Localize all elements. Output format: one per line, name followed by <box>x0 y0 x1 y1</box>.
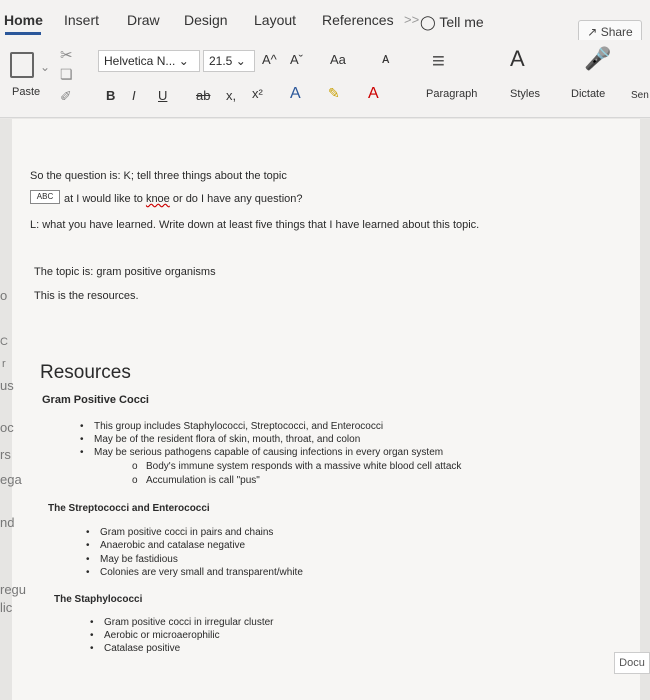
list-item-text: Colonies are very small and transparent/… <box>100 567 303 578</box>
side-document-tab[interactable]: Docu <box>614 652 650 674</box>
list-item: • Gram positive cocci in irregular cluste… <box>90 617 274 628</box>
ribbon-toolbar: ⌄ Paste ✂ ❏ ✐ Helvetica N... ⌄ 21.5 ⌄ A^… <box>0 40 650 118</box>
more-tabs-chevron[interactable]: >> <box>404 12 419 27</box>
microphone-icon[interactable]: 🎤 <box>584 46 611 72</box>
list-item: • This group includes Staphylococci, Stre… <box>80 421 384 432</box>
share-icon: ↗ <box>587 25 598 39</box>
tell-me-label: Tell me <box>439 14 484 30</box>
margin-fragment: nd <box>0 515 15 530</box>
margin-fragment: us <box>0 378 14 393</box>
lightbulb-icon: ◯ <box>420 14 436 30</box>
margin-fragment: r <box>2 358 6 370</box>
list-item-text: This group includes Staphylococci, Strep… <box>94 421 384 432</box>
doc-text: at I would like to <box>64 193 146 205</box>
font-name-select[interactable]: Helvetica N... ⌄ <box>98 50 200 72</box>
doc-line-resources: This is the resources. <box>34 290 139 302</box>
sensitivity-label[interactable]: Sen <box>631 90 649 101</box>
doc-line-wonder: at I would like to knoe or do I have any… <box>64 193 303 205</box>
misspelled-word[interactable]: knoe <box>146 193 170 205</box>
list-item-text: Body's immune system responds with a mas… <box>146 461 462 472</box>
share-label: Share <box>600 25 633 39</box>
list-item: o Body's immune system responds with a ma… <box>132 461 462 472</box>
paste-label: Paste <box>12 86 41 98</box>
superscript-button[interactable]: x² <box>252 86 263 101</box>
italic-button[interactable]: I <box>132 88 136 103</box>
list-item-text: Accumulation is call "pus" <box>146 475 260 486</box>
list-item: • Colonies are very small and transparent… <box>86 567 303 578</box>
margin-fragment: regu <box>0 582 27 597</box>
list-item: • Catalase positive <box>90 643 181 654</box>
section-title-staph: The Staphylococci <box>54 594 143 605</box>
margin-fragment: ega <box>0 472 22 487</box>
list-item-text: May be fastidious <box>100 554 178 565</box>
format-painter-icon[interactable]: ✐ <box>60 88 72 105</box>
doc-text: or do I have any question? <box>169 193 303 205</box>
chevron-down-icon: ⌄ <box>235 54 246 68</box>
cut-icon[interactable]: ✂ <box>60 46 73 64</box>
ribbon-tab-bar: Home Insert Draw Design Layout Reference… <box>0 0 650 44</box>
section-title-gpc: Gram Positive Cocci <box>42 394 149 406</box>
list-item: • Aerobic or microaerophilic <box>90 630 220 641</box>
doc-line-topic: The topic is: gram positive organisms <box>34 266 216 278</box>
subscript-button[interactable]: x, <box>226 88 236 103</box>
highlight-icon[interactable]: ✎ <box>328 85 340 102</box>
dictate-label: Dictate <box>571 88 606 100</box>
tab-insert[interactable]: Insert <box>64 12 99 28</box>
change-case-button[interactable]: Aa <box>330 52 346 67</box>
list-item: • May be fastidious <box>86 554 178 565</box>
tab-references[interactable]: References <box>322 12 394 28</box>
underline-button[interactable]: U <box>158 88 167 103</box>
copy-icon[interactable]: ❏ <box>60 66 73 83</box>
grow-font-button[interactable]: A^ <box>262 52 277 67</box>
list-item-text: May be of the resident flora of skin, mo… <box>94 434 361 445</box>
list-item-text: Catalase positive <box>104 643 181 654</box>
list-item-text: Gram positive cocci in irregular cluster <box>104 617 274 628</box>
spelling-suggestion-icon[interactable]: ABC <box>30 190 60 204</box>
paste-dropdown-icon[interactable]: ⌄ <box>40 60 50 74</box>
resources-heading: Resources <box>40 362 131 383</box>
bold-button[interactable]: B <box>106 88 115 103</box>
chevron-down-icon: ⌄ <box>178 54 189 68</box>
list-item-text: Anaerobic and catalase negative <box>100 540 246 551</box>
list-item: o Accumulation is call "pus" <box>132 475 260 486</box>
list-item: • Gram positive cocci in pairs and chains <box>86 527 274 538</box>
shrink-font-button[interactable]: Aˇ <box>290 52 303 67</box>
font-name-value: Helvetica N... <box>104 54 176 68</box>
list-item: • May be of the resident flora of skin, m… <box>80 434 361 445</box>
list-item: • Anaerobic and catalase negative <box>86 540 246 551</box>
list-item: • May be serious pathogens capable of cau… <box>80 447 444 458</box>
font-size-select[interactable]: 21.5 ⌄ <box>203 50 255 72</box>
list-item-text: Aerobic or microaerophilic <box>104 630 220 641</box>
margin-fragment: oc <box>0 420 14 435</box>
doc-line-learned: L: what you have learned. Write down at … <box>30 219 480 231</box>
margin-fragment: o <box>0 288 8 303</box>
tab-home[interactable]: Home <box>4 12 43 28</box>
text-effects-icon[interactable]: A <box>290 85 301 103</box>
document-page[interactable] <box>12 119 640 700</box>
margin-fragment: rs <box>0 447 11 462</box>
tell-me-search[interactable]: ◯ Tell me <box>420 14 484 31</box>
list-item-text: Gram positive cocci in pairs and chains <box>100 527 274 538</box>
paste-icon[interactable] <box>10 52 34 78</box>
margin-fragment: C <box>0 336 8 348</box>
strikethrough-button[interactable]: ab <box>196 88 210 103</box>
tab-draw[interactable]: Draw <box>127 12 160 28</box>
paragraph-icon[interactable]: ≡ <box>432 48 445 74</box>
styles-icon[interactable]: A <box>510 46 525 72</box>
tab-layout[interactable]: Layout <box>254 12 296 28</box>
active-tab-indicator <box>5 32 41 35</box>
margin-fragment: lic <box>0 600 13 615</box>
list-item-text: May be serious pathogens capable of caus… <box>94 447 444 458</box>
font-size-value: 21.5 <box>209 54 233 68</box>
tab-design[interactable]: Design <box>184 12 228 28</box>
section-title-strep: The Streptococci and Enterococci <box>48 503 210 514</box>
clear-formatting-icon[interactable]: ᴀ <box>382 50 389 67</box>
doc-line-question: So the question is: K; tell three things… <box>30 170 287 182</box>
paragraph-label: Paragraph <box>426 88 478 100</box>
styles-label: Styles <box>510 88 540 100</box>
font-color-icon[interactable]: A <box>368 85 379 103</box>
